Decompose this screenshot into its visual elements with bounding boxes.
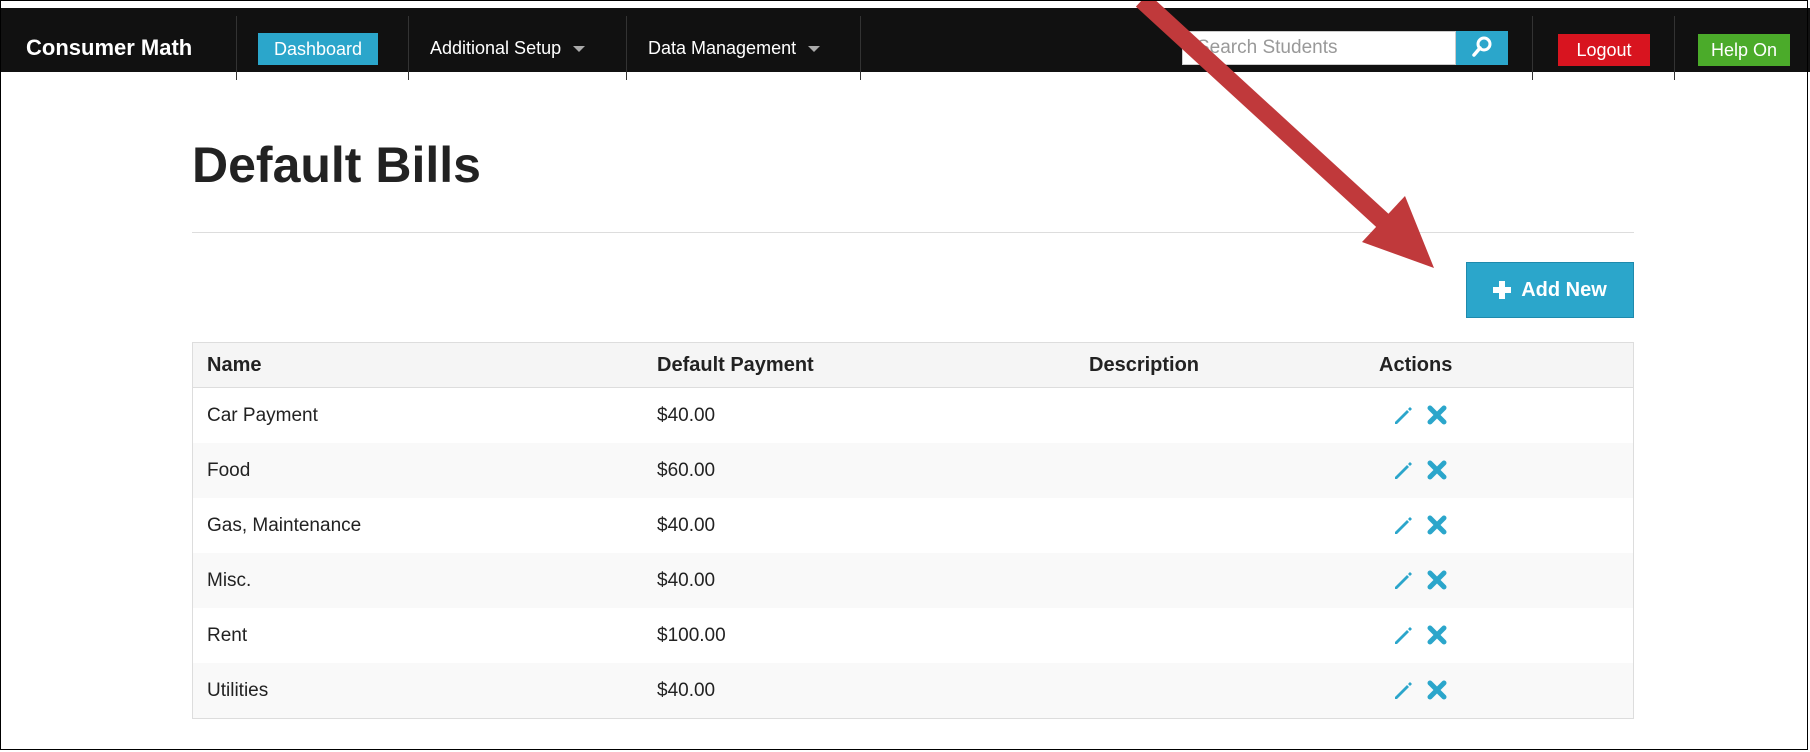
bill-name-cell: Rent — [192, 608, 657, 663]
close-icon[interactable] — [1427, 405, 1447, 425]
actions-cell — [1379, 608, 1634, 663]
actions-cell — [1379, 663, 1634, 719]
plus-icon — [1493, 281, 1512, 299]
column-header-default-payment: Default Payment — [657, 342, 1089, 388]
nav-divider — [1532, 16, 1533, 80]
data-management-label: Data Management — [648, 38, 797, 58]
column-header-description: Description — [1089, 342, 1379, 388]
pencil-icon[interactable] — [1393, 679, 1415, 701]
default-payment-cell: $40.00 — [657, 663, 1089, 719]
additional-setup-menu[interactable]: Additional Setup — [430, 16, 586, 80]
table-header-row: Name Default Payment Description Actions — [192, 342, 1634, 388]
page-title: Default Bills — [192, 137, 481, 193]
column-header-name: Name — [192, 342, 657, 388]
search-button[interactable] — [1456, 31, 1508, 65]
description-cell — [1089, 553, 1379, 608]
chevron-down-icon — [808, 46, 821, 53]
search-icon — [1472, 36, 1492, 57]
bill-name-cell: Gas, Maintenance — [192, 498, 657, 553]
logout-button[interactable]: Logout — [1558, 34, 1650, 66]
table-row: Food $60.00 — [192, 443, 1634, 498]
bill-name-cell: Food — [192, 443, 657, 498]
pencil-icon[interactable] — [1393, 459, 1415, 481]
bill-name-cell: Misc. — [192, 553, 657, 608]
bill-name-cell: Car Payment — [192, 387, 657, 443]
column-header-actions: Actions — [1379, 342, 1634, 388]
pencil-icon[interactable] — [1393, 569, 1415, 591]
chevron-down-icon — [573, 46, 586, 53]
nav-divider — [1674, 16, 1675, 80]
pencil-icon[interactable] — [1393, 624, 1415, 646]
table-row: Misc. $40.00 — [192, 553, 1634, 608]
brand-title[interactable]: Consumer Math — [16, 16, 192, 80]
actions-cell — [1379, 498, 1634, 553]
default-payment-cell: $40.00 — [657, 498, 1089, 553]
description-cell — [1089, 443, 1379, 498]
actions-cell — [1379, 387, 1634, 443]
close-icon[interactable] — [1427, 515, 1447, 535]
description-cell — [1089, 608, 1379, 663]
bill-name-cell: Utilities — [192, 663, 657, 719]
title-divider — [192, 232, 1634, 233]
table-row: Rent $100.00 — [192, 608, 1634, 663]
pencil-icon[interactable] — [1393, 514, 1415, 536]
nav-divider — [236, 16, 237, 80]
top-navbar: Consumer Math Dashboard Additional Setup… — [0, 0, 1810, 80]
add-new-label: Add New — [1521, 278, 1607, 301]
close-icon[interactable] — [1427, 625, 1447, 645]
table-row: Gas, Maintenance $40.00 — [192, 498, 1634, 553]
close-icon[interactable] — [1427, 460, 1447, 480]
description-cell — [1089, 498, 1379, 553]
default-payment-cell: $40.00 — [657, 553, 1089, 608]
nav-divider — [860, 16, 861, 80]
additional-setup-label: Additional Setup — [430, 38, 562, 58]
navbar-inner: Consumer Math Dashboard Additional Setup… — [0, 16, 1810, 80]
search-students-input[interactable] — [1182, 31, 1456, 65]
add-new-button[interactable]: Add New — [1466, 262, 1634, 318]
default-bills-table: Name Default Payment Description Actions… — [192, 342, 1634, 719]
table-row: Car Payment $40.00 — [192, 387, 1634, 443]
default-payment-cell: $100.00 — [657, 608, 1089, 663]
actions-cell — [1379, 553, 1634, 608]
description-cell — [1089, 387, 1379, 443]
pencil-icon[interactable] — [1393, 404, 1415, 426]
description-cell — [1089, 663, 1379, 719]
nav-divider — [408, 16, 409, 80]
dashboard-button[interactable]: Dashboard — [258, 33, 379, 65]
data-management-menu[interactable]: Data Management — [648, 16, 821, 80]
close-icon[interactable] — [1427, 570, 1447, 590]
default-payment-cell: $60.00 — [657, 443, 1089, 498]
actions-cell — [1379, 443, 1634, 498]
table-row: Utilities $40.00 — [192, 663, 1634, 719]
help-on-button[interactable]: Help On — [1698, 34, 1790, 66]
default-payment-cell: $40.00 — [657, 387, 1089, 443]
close-icon[interactable] — [1427, 680, 1447, 700]
nav-divider — [626, 16, 627, 80]
